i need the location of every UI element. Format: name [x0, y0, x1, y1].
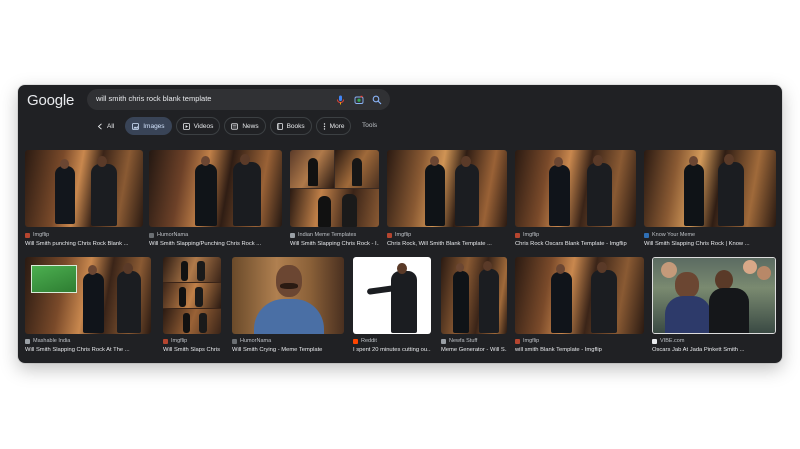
favicon — [441, 338, 446, 344]
tab-all[interactable]: All — [90, 117, 121, 135]
book-icon — [276, 122, 283, 130]
result-thumbnail[interactable] — [515, 257, 644, 334]
favicon — [163, 338, 168, 344]
result-source: HumorNama — [240, 338, 272, 344]
result-thumbnail[interactable] — [25, 257, 151, 334]
result-title[interactable]: Oscars Jab At Jada Pinkett Smith ... — [652, 347, 776, 353]
tab-label: Books — [286, 122, 305, 130]
tab-images[interactable]: Images — [125, 117, 172, 135]
result-source: Indian Meme Templates — [298, 232, 357, 238]
tab-label: All — [107, 122, 115, 130]
play-icon — [182, 122, 190, 130]
search-icon[interactable] — [371, 94, 382, 105]
favicon — [149, 232, 154, 238]
result-source: Imgflip — [33, 232, 50, 238]
result-title[interactable]: Chris Rock Oscars Blank Template - Imgfl… — [515, 241, 636, 247]
result-source: VIBE.com — [660, 338, 685, 344]
result-thumbnail[interactable] — [25, 150, 143, 227]
tab-books[interactable]: Books — [269, 117, 312, 135]
favicon — [25, 338, 30, 344]
search-tabs: All Images Videos News Books More — [90, 117, 355, 135]
tab-label: Videos — [193, 122, 214, 130]
result-source: Reddit — [361, 338, 377, 344]
result-title[interactable]: will smith Blank Template - Imgflip — [515, 347, 644, 353]
result-thumbnail[interactable] — [644, 150, 776, 227]
tab-videos[interactable]: Videos — [175, 117, 221, 135]
favicon — [25, 232, 30, 238]
result-thumbnail[interactable] — [232, 257, 344, 334]
search-results-window: Google will smith chris rock blank templ… — [18, 85, 782, 363]
result-thumbnail[interactable] — [515, 150, 636, 227]
favicon — [232, 338, 237, 344]
more-vert-icon — [323, 122, 326, 130]
favicon — [515, 338, 520, 344]
result-title[interactable]: Will Smith Slapping/Punching Chris Rock … — [149, 241, 282, 247]
result-title[interactable]: Will Smith Slaps Chris ... — [163, 347, 221, 353]
search-input[interactable]: will smith chris rock blank template — [96, 94, 211, 103]
result-source: Imgflip — [395, 232, 412, 238]
favicon — [353, 338, 358, 344]
result-title[interactable]: Will Smith Slapping Chris Rock At The ..… — [25, 347, 151, 353]
search-box[interactable]: will smith chris rock blank template — [87, 89, 390, 110]
result-source: HumorNama — [157, 232, 189, 238]
tab-label: Images — [143, 122, 165, 130]
result-title[interactable]: I spent 20 minutes cutting ou... — [353, 347, 431, 353]
result-source: Know Your Meme — [652, 232, 696, 238]
result-title[interactable]: Will Smith punching Chris Rock Blank ... — [25, 241, 143, 247]
result-thumbnail[interactable] — [353, 257, 431, 334]
tab-news[interactable]: News — [224, 117, 266, 135]
tab-label: More — [329, 122, 345, 130]
result-thumbnail[interactable] — [149, 150, 282, 227]
result-title[interactable]: Will Smith Slapping Chris Rock - I... — [290, 241, 379, 247]
google-logo[interactable]: Google — [27, 92, 74, 109]
result-thumbnail[interactable] — [441, 257, 507, 334]
favicon — [652, 338, 657, 344]
result-title[interactable]: Will Smith Crying - Meme Template — [232, 347, 344, 353]
tab-more[interactable]: More — [315, 117, 352, 135]
image-icon — [132, 122, 140, 130]
result-source: Imgflip — [523, 232, 540, 238]
camera-lens-icon[interactable] — [353, 94, 364, 105]
result-thumbnail[interactable] — [290, 150, 379, 227]
result-thumbnail[interactable] — [163, 257, 221, 334]
result-thumbnail[interactable] — [652, 257, 776, 334]
back-arrow-icon — [97, 122, 103, 130]
favicon — [387, 232, 392, 238]
newspaper-icon — [231, 122, 239, 130]
result-thumbnail[interactable] — [387, 150, 507, 227]
tab-label: News — [242, 122, 259, 130]
result-source: Newfa Stuff — [449, 338, 478, 344]
result-source: Mashable India — [33, 338, 71, 344]
favicon — [515, 232, 520, 238]
favicon — [290, 232, 295, 238]
result-source: Imgflip — [523, 338, 540, 344]
microphone-icon[interactable] — [335, 94, 346, 105]
favicon — [644, 232, 649, 238]
result-title[interactable]: Chris Rock, Will Smith Blank Template ..… — [387, 241, 507, 247]
result-source: Imgflip — [171, 338, 188, 344]
result-title[interactable]: Meme Generator - Will S... — [441, 347, 507, 353]
result-title[interactable]: Will Smith Slapping Chris Rock | Know ..… — [644, 241, 776, 247]
tools-button[interactable]: Tools — [362, 122, 377, 129]
